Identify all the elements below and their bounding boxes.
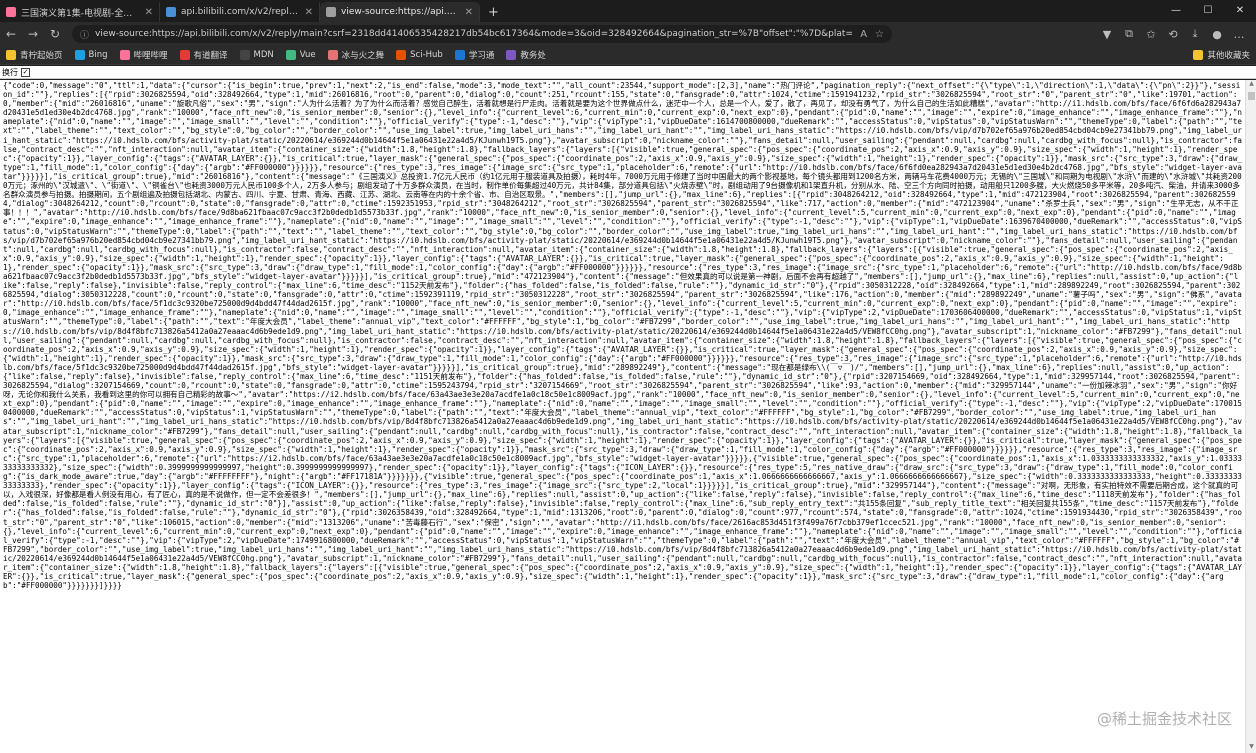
line-wrap-checkbox[interactable]: ✓ xyxy=(21,67,30,77)
more-menu-icon[interactable]: … xyxy=(1228,28,1250,41)
favorite-star-icon[interactable]: ☆ xyxy=(875,29,884,40)
page-favicon-icon xyxy=(326,7,336,17)
bookmark-item[interactable]: Vue xyxy=(285,50,316,60)
bookmark-label: 冰与火之舞 xyxy=(341,51,385,61)
extensions-puzzle-icon[interactable]: ⧉ xyxy=(1118,27,1140,41)
bookmark-label: 哔哩哔哩 xyxy=(133,51,168,61)
bookmark-label: Sci-Hub xyxy=(410,50,443,60)
bookmark-favicon-icon xyxy=(506,50,517,60)
favorites-icon[interactable]: ✩ xyxy=(1140,28,1162,41)
site-info-icon[interactable]: ⓘ xyxy=(80,28,89,41)
bilibili-favicon-icon xyxy=(6,7,16,17)
bookmark-favicon-icon xyxy=(327,50,338,60)
other-favorites-label: 其他收藏夹 xyxy=(1207,51,1250,61)
tab-close-icon[interactable]: ✕ xyxy=(465,7,473,18)
bookmark-label: 教务处 xyxy=(520,51,546,61)
bookmark-favicon-icon xyxy=(119,50,130,60)
minimize-icon[interactable]: — xyxy=(1160,0,1192,20)
bookmark-favicon-icon xyxy=(239,50,250,60)
other-favorites[interactable]: 其他收藏夹 xyxy=(1193,49,1250,61)
scroll-up-icon[interactable]: ▲ xyxy=(1246,80,1256,90)
profile-avatar-icon[interactable]: ● xyxy=(1206,28,1228,41)
watermark: @稀土掘金技术社区 xyxy=(1096,710,1232,728)
read-aloud-icon[interactable]: A xyxy=(860,29,867,40)
window-controls: — ☐ ✕ xyxy=(1160,0,1256,20)
downloads-icon[interactable]: ⤓ xyxy=(1184,27,1206,41)
line-wrap-label: 换行 xyxy=(2,67,18,77)
bookmark-item[interactable]: 教务处 xyxy=(506,49,546,61)
maximize-icon[interactable]: ☐ xyxy=(1192,0,1224,20)
bookmark-label: Vue xyxy=(299,50,316,60)
back-icon[interactable]: ← xyxy=(0,23,22,45)
source-code-text: {"code":0,"message":"0","ttl":1,"data":{… xyxy=(3,81,1242,591)
tab-title: api.bilibili.com/x/v2/reply/main?... xyxy=(181,7,301,17)
address-url: view-source:https://api.bilibili.com/x/v… xyxy=(95,29,853,39)
extension-icon[interactable]: ▼ xyxy=(1096,28,1118,41)
tab-view-source[interactable]: view-source:https://api.bilibili.co ✕ xyxy=(320,2,480,22)
bookmark-label: Bing xyxy=(88,50,108,60)
scroll-down-icon[interactable]: ▼ xyxy=(1246,743,1256,753)
bookmark-label: MDN xyxy=(253,50,274,60)
address-bar[interactable]: ⓘ view-source:https://api.bilibili.com/x… xyxy=(72,25,892,43)
tab-api-reply[interactable]: api.bilibili.com/x/v2/reply/main?... ✕ xyxy=(160,2,320,22)
new-tab-icon[interactable]: + xyxy=(480,2,507,22)
bookmark-favicon-icon xyxy=(6,50,16,60)
bookmarks-bar: 青柠起始页 Bing 哔哩哔哩 有道翻译 MDN Vue 冰与火之舞 Sci-H… xyxy=(0,46,1256,65)
bookmark-item[interactable]: 学习通 xyxy=(454,49,495,61)
scrollbar-thumb[interactable] xyxy=(1248,92,1255,100)
bookmark-item[interactable]: 冰与火之舞 xyxy=(327,49,385,61)
bookmark-label: 有道翻译 xyxy=(193,51,228,61)
bookmark-item[interactable]: MDN xyxy=(239,50,274,60)
tab-title: view-source:https://api.bilibili.co xyxy=(341,7,461,17)
bookmark-favicon-icon xyxy=(179,50,190,60)
tab-strip: 三国演义第1集-电视剧-全集-高清 ✕ api.bilibili.com/x/v… xyxy=(0,0,1256,22)
page-favicon-icon xyxy=(166,7,176,17)
tab-bilibili-video[interactable]: 三国演义第1集-电视剧-全集-高清 ✕ xyxy=(0,2,160,22)
bookmark-item[interactable]: Sci-Hub xyxy=(396,50,443,60)
folder-icon xyxy=(1193,50,1204,60)
tab-title: 三国演义第1集-电视剧-全集-高清 xyxy=(21,8,141,19)
tab-close-icon[interactable]: ✕ xyxy=(305,7,313,18)
bookmark-favicon-icon xyxy=(74,50,85,60)
bookmark-item[interactable]: 有道翻译 xyxy=(179,49,228,61)
browser-toolbar: ← → ↻ ⓘ view-source:https://api.bilibili… xyxy=(0,22,1256,46)
history-icon[interactable]: ⟲ xyxy=(1162,28,1184,41)
bookmark-label: 学习通 xyxy=(468,51,495,61)
bookmark-favicon-icon xyxy=(454,50,465,60)
bookmark-item[interactable]: 青柠起始页 xyxy=(6,49,63,61)
tab-close-icon[interactable]: ✕ xyxy=(145,7,153,18)
vertical-scrollbar[interactable]: ▲ ▼ xyxy=(1245,80,1256,753)
toolbar-actions: ▼ ⧉ ✩ ⟲ ⤓ ● … xyxy=(1096,27,1256,41)
source-view: {"code":0,"message":"0","ttl":1,"data":{… xyxy=(0,80,1245,753)
reload-icon[interactable]: ↻ xyxy=(44,23,66,45)
close-window-icon[interactable]: ✕ xyxy=(1224,0,1256,20)
line-wrap-bar: 换行 ✓ xyxy=(0,66,1256,79)
bookmark-item[interactable]: Bing xyxy=(74,50,108,60)
bookmark-favicon-icon xyxy=(285,50,296,60)
bookmark-favicon-icon xyxy=(396,50,407,60)
bookmark-item[interactable]: 哔哩哔哩 xyxy=(119,49,168,61)
forward-icon[interactable]: → xyxy=(22,23,44,45)
bookmark-label: 青柠起始页 xyxy=(20,51,63,61)
